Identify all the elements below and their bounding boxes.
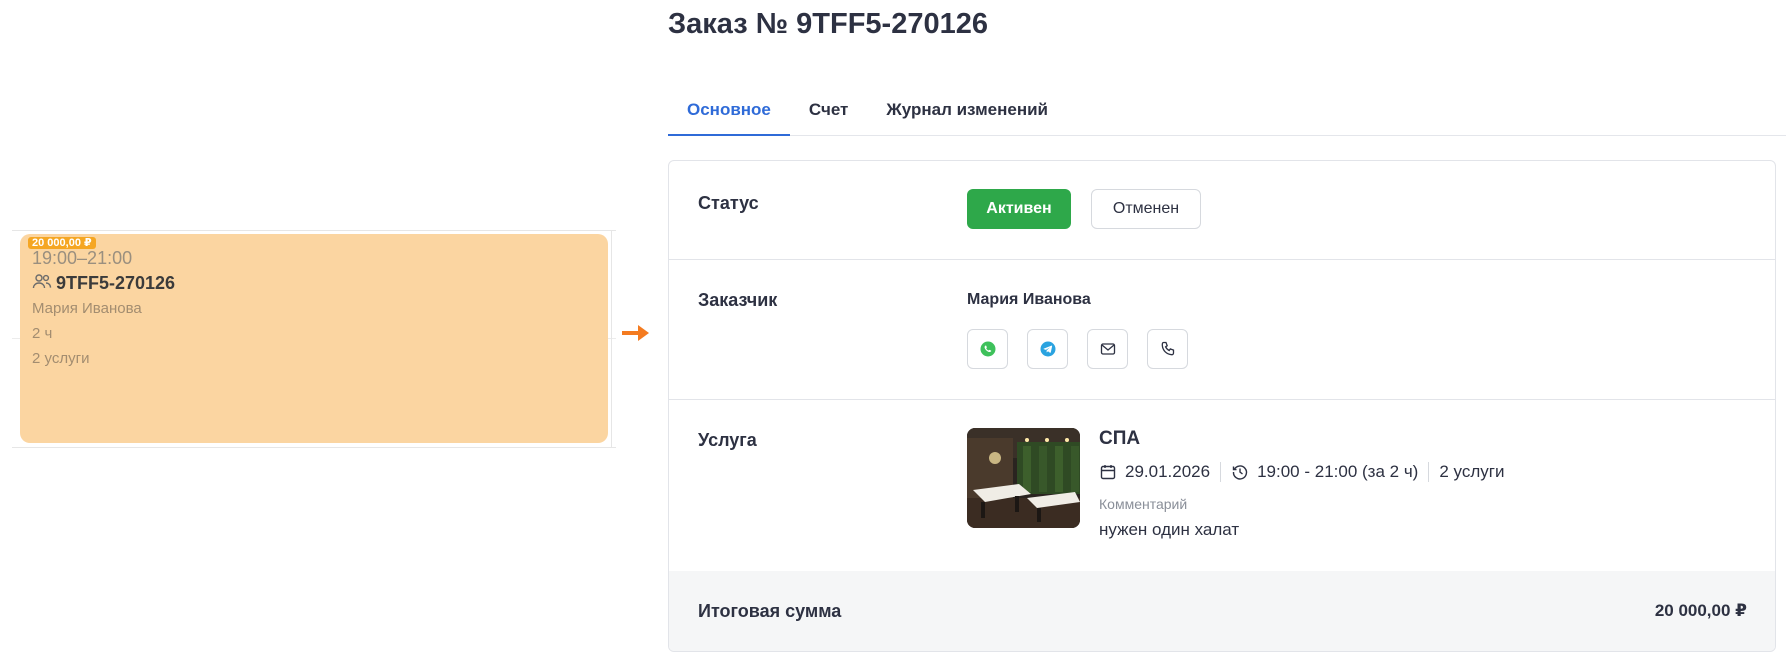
booking-services: 2 услуги <box>32 350 90 367</box>
service-label: Услуга <box>698 430 757 450</box>
email-icon <box>1100 343 1115 355</box>
status-active-button[interactable]: Активен <box>967 189 1071 229</box>
users-icon <box>32 273 52 294</box>
calendar-slot-area: 20 000,00 ₽ 19:00–21:00 9TFF5-270126 Мар… <box>12 230 616 448</box>
service-count-text: 2 услуги <box>1439 462 1505 481</box>
arrow-right-icon <box>622 325 649 341</box>
tab-main[interactable]: Основное <box>668 92 790 136</box>
service-count: 2 услуги <box>1428 462 1514 482</box>
service-image[interactable] <box>967 428 1080 528</box>
calendar-icon <box>1100 465 1116 480</box>
email-button[interactable] <box>1087 329 1128 369</box>
service-time: 19:00 - 21:00 (за 2 ч) <box>1220 462 1428 482</box>
telegram-icon <box>1040 341 1055 357</box>
customer-name: Мария Иванова <box>967 291 1091 308</box>
comment-label: Комментарий <box>1099 496 1188 512</box>
clock-history-icon <box>1232 465 1248 480</box>
price-badge: 20 000,00 ₽ <box>28 237 96 249</box>
booking-customer: Мария Иванова <box>32 300 142 317</box>
whatsapp-icon <box>980 341 995 357</box>
contact-buttons <box>967 329 1188 369</box>
total-label: Итоговая сумма <box>698 601 842 621</box>
tab-invoice[interactable]: Счет <box>790 92 867 136</box>
comment-text: нужен один халат <box>1099 520 1240 539</box>
calendar-grid-line <box>12 230 616 231</box>
customer-label: Заказчик <box>698 290 778 310</box>
calendar-grid-line <box>611 230 612 448</box>
booking-order-number: 9TFF5-270126 <box>56 273 176 293</box>
booking-card[interactable]: 20 000,00 ₽ 19:00–21:00 9TFF5-270126 Мар… <box>20 234 608 443</box>
status-label: Статус <box>698 193 759 213</box>
page-title: Заказ № 9TFF5-270126 <box>668 8 988 40</box>
service-meta: 29.01.2026 19:00 - 21:00 (за 2 ч) 2 услу… <box>1099 462 1514 482</box>
customer-row: Заказчик Мария Иванова <box>669 260 1775 400</box>
whatsapp-button[interactable] <box>967 329 1008 369</box>
order-details-panel: Статус Активен Отменен Заказчик Мария Ив… <box>668 160 1776 652</box>
status-row: Статус Активен Отменен <box>669 161 1775 260</box>
calendar-grid-line <box>12 447 616 448</box>
service-name: СПА <box>1099 428 1141 449</box>
service-date: 29.01.2026 <box>1099 462 1220 482</box>
service-time-text: 19:00 - 21:00 (за 2 ч) <box>1257 462 1419 481</box>
total-value: 20 000,00 ₽ <box>1654 601 1747 620</box>
service-date-text: 29.01.2026 <box>1125 462 1211 481</box>
tab-bar: Основное Счет Журнал изменений <box>668 92 1786 136</box>
total-row: Итоговая сумма 20 000,00 ₽ <box>669 571 1775 651</box>
telegram-button[interactable] <box>1027 329 1068 369</box>
tab-history[interactable]: Журнал изменений <box>867 92 1067 136</box>
status-cancelled-button[interactable]: Отменен <box>1091 189 1201 229</box>
service-row: Услуга СПА 29.01.2026 19:00 - 21:00 (за … <box>669 400 1775 571</box>
phone-icon <box>1161 341 1174 356</box>
phone-button[interactable] <box>1147 329 1188 369</box>
booking-order: 9TFF5-270126 <box>32 273 596 294</box>
booking-duration: 2 ч <box>32 325 53 342</box>
booking-time: 19:00–21:00 <box>32 248 133 268</box>
